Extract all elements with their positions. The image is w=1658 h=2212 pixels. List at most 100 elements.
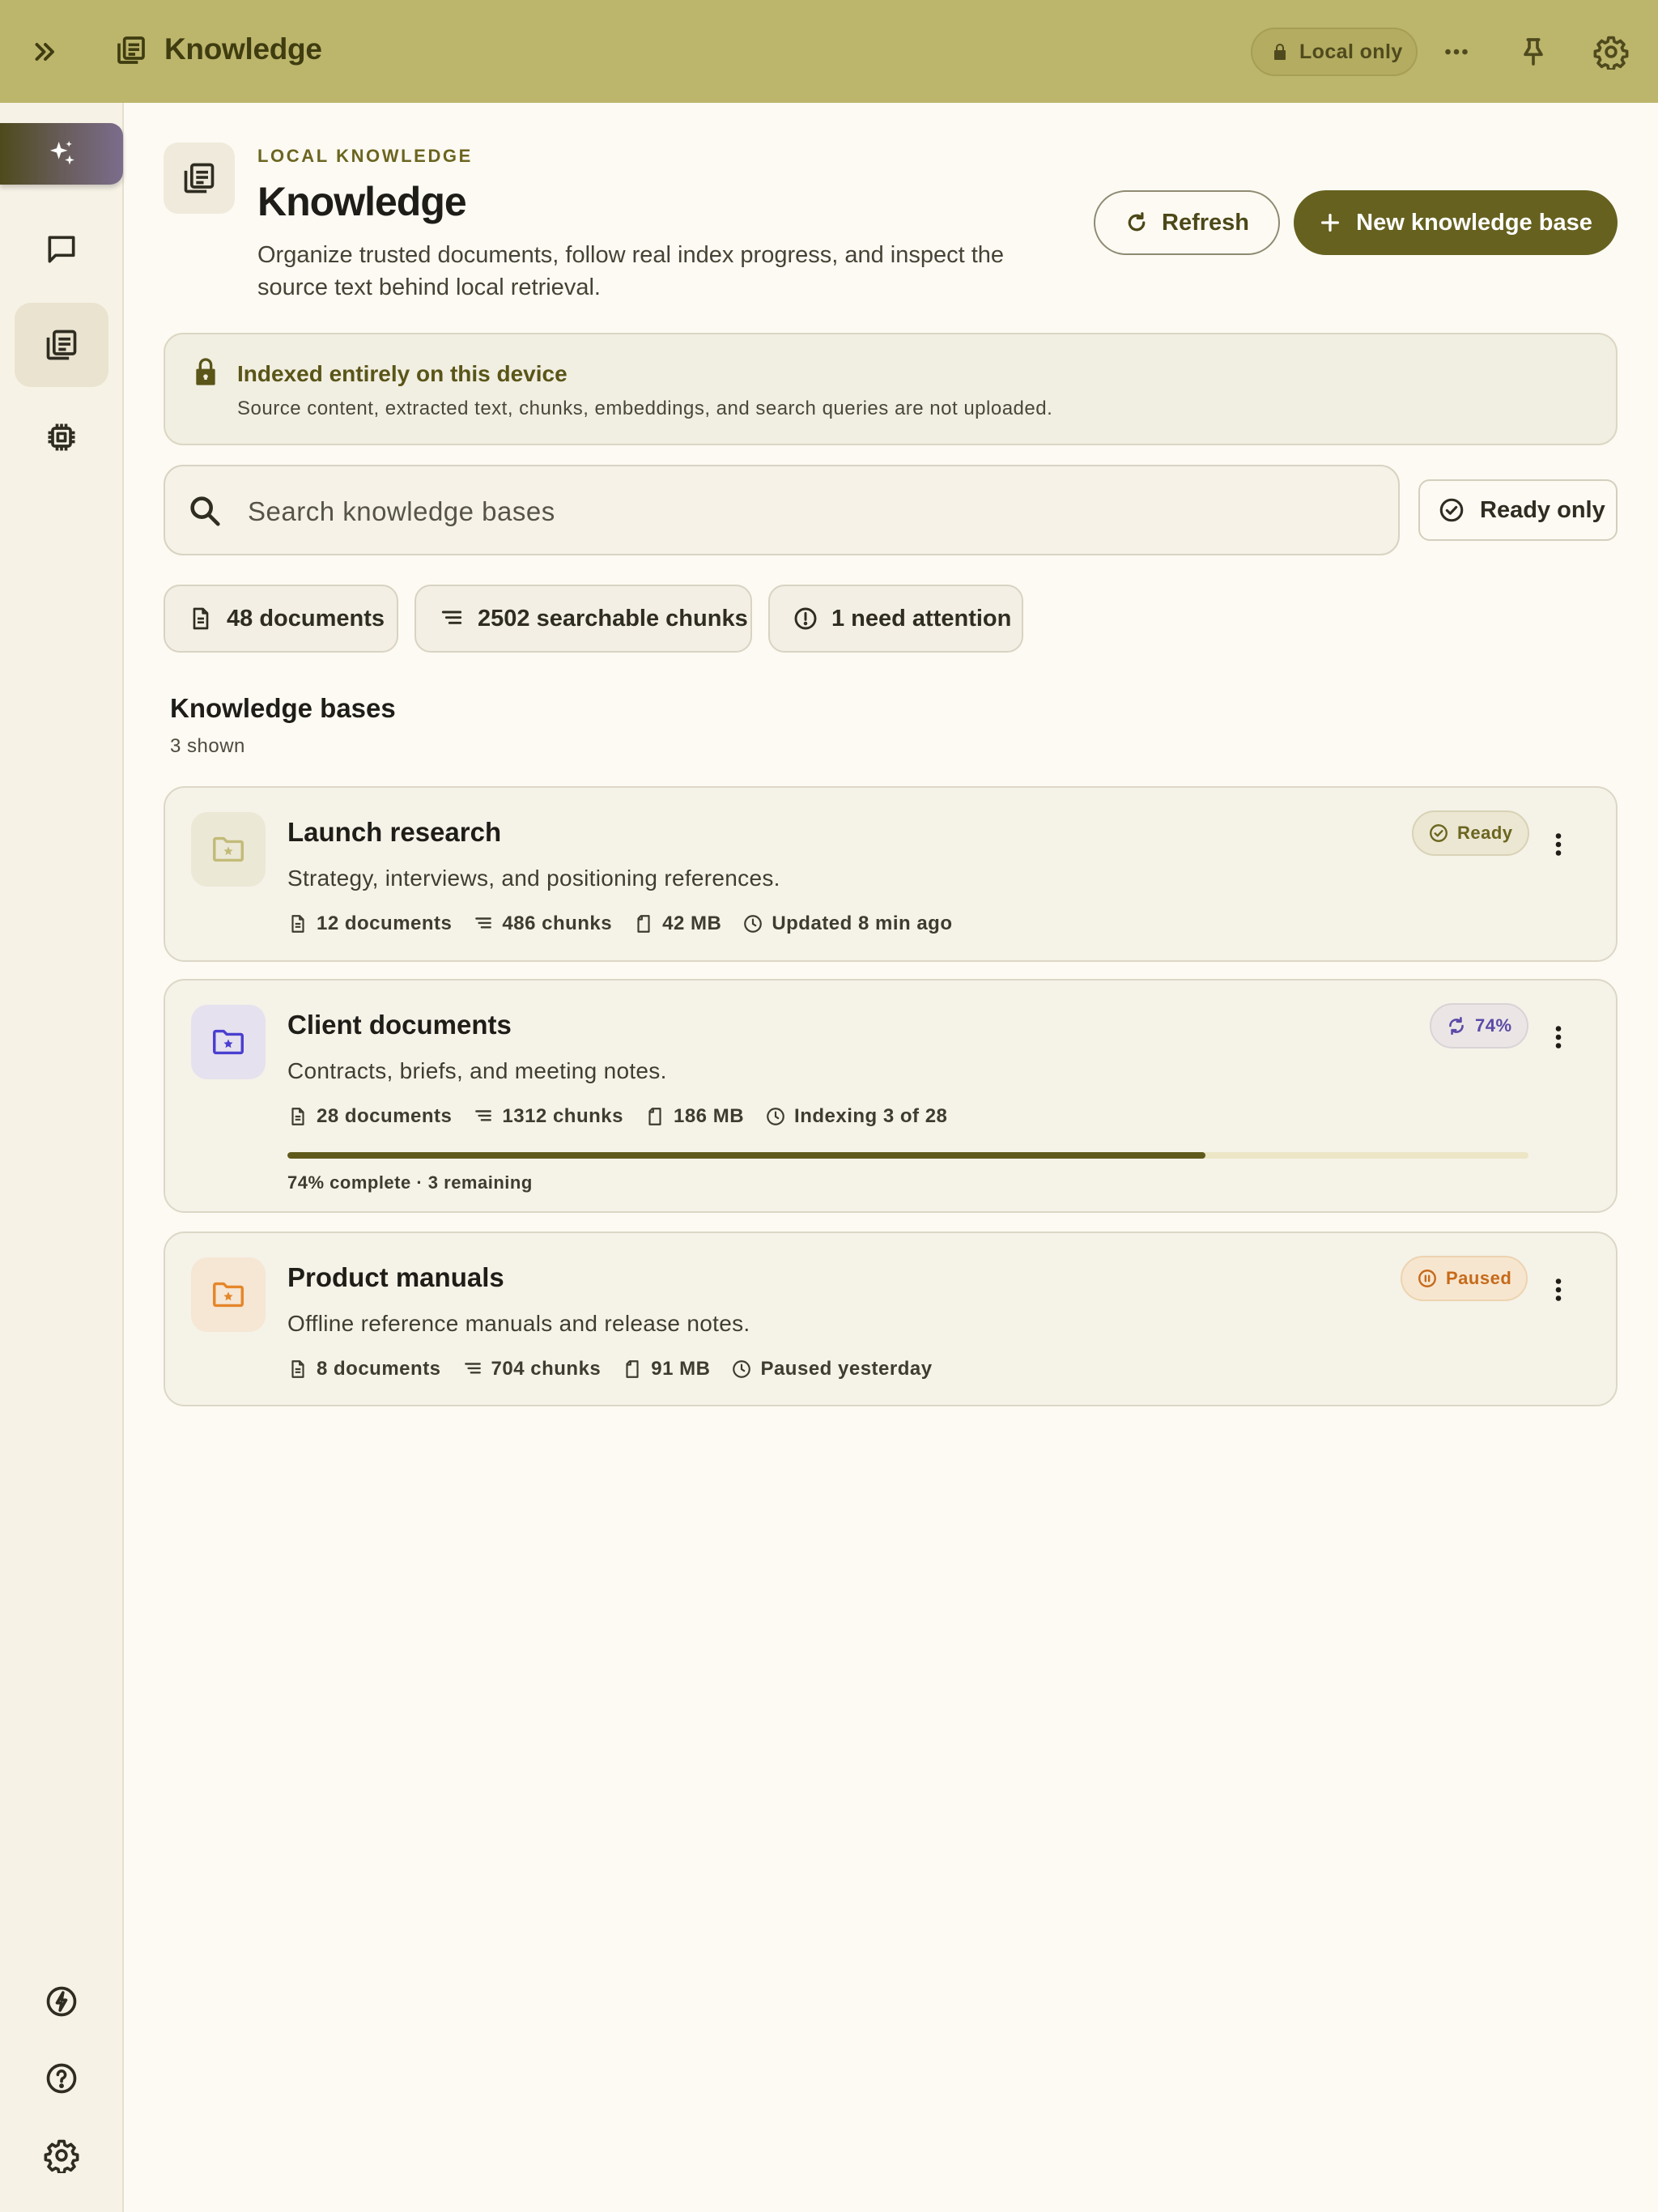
meta-documents: 28 documents [287,1105,452,1128]
rail-help-button[interactable] [15,2036,108,2121]
card-menu-button[interactable] [1538,820,1579,869]
refresh-label: Refresh [1162,209,1249,236]
meta-size: 91 MB [622,1358,710,1380]
meta-chunks-label: 704 chunks [491,1358,602,1380]
meta-documents: 8 documents [287,1358,441,1380]
stat-attention: 1 need attention [768,585,1023,653]
knowledge-base-card[interactable]: Client documents Contracts, briefs, and … [164,979,1618,1213]
settings-button[interactable] [1587,28,1635,76]
gear-icon [1593,36,1629,70]
refresh-button[interactable]: Refresh [1094,190,1280,255]
check-circle-icon [1439,498,1464,522]
section-title: Knowledge bases [170,693,396,723]
page-eyebrow: LOCAL KNOWLEDGE [257,146,473,166]
more-options-button[interactable] [1432,28,1481,76]
meta-chunks-label: 1312 chunks [502,1105,623,1127]
settings-icon [44,2139,79,2173]
check-circle-icon [1430,824,1448,842]
search-input[interactable] [248,491,1365,533]
ready-only-label: Ready only [1480,496,1605,523]
meta-size-label: 42 MB [662,912,722,934]
rail-activity-button[interactable] [15,1959,108,2044]
document-icon [291,1108,304,1125]
meta-updated: Indexing 3 of 28 [765,1105,947,1128]
stat-documents: 48 documents [164,585,398,653]
more-vertical-icon [1555,833,1562,856]
section-count: 3 shown [170,735,245,757]
meta-documents-label: 28 documents [317,1105,453,1127]
expand-sidebar-button[interactable] [23,26,68,78]
meta-updated-label: Indexing 3 of 28 [794,1105,948,1127]
local-index-notice: Indexed entirely on this device Source c… [164,333,1618,445]
chunks-icon [441,610,462,624]
pin-button[interactable] [1509,28,1558,76]
stat-attention-label: 1 need attention [831,605,1012,632]
meta-size: 42 MB [633,912,721,935]
meta-updated-label: Updated 8 min ago [772,912,953,934]
rail-knowledge-button[interactable] [15,303,108,387]
chunks-icon [464,1363,481,1374]
pause-circle-icon [1418,1270,1436,1287]
card-meta: 12 documents 486 chunks 42 MB Updated 8 … [287,912,974,935]
double-chevron-right-icon [35,43,54,61]
pin-icon [1524,38,1543,66]
lock-icon [1274,44,1286,60]
card-meta: 8 documents 704 chunks 91 MB Paused yest… [287,1358,954,1380]
chunks-icon [475,917,492,929]
card-title: Client documents [287,1010,512,1040]
stat-documents-label: 48 documents [227,605,385,632]
chip-icon [48,423,75,451]
meta-documents: 12 documents [287,912,452,935]
knowledge-base-card[interactable]: Launch research Strategy, interviews, an… [164,786,1618,962]
card-menu-button[interactable] [1538,1013,1579,1061]
rail-ai-assistant-button[interactable] [0,123,123,185]
meta-size-label: 91 MB [651,1358,711,1380]
card-menu-button[interactable] [1538,1266,1579,1314]
alert-circle-icon [794,607,817,630]
meta-size: 186 MB [644,1105,744,1128]
knowledge-base-card[interactable]: Product manuals Offline reference manual… [164,1231,1618,1406]
local-only-badge: Local only [1251,28,1418,76]
document-icon [193,607,209,630]
help-icon [46,2063,77,2094]
clock-icon [744,915,763,933]
rail-models-button[interactable] [15,395,108,479]
meta-size-label: 186 MB [673,1105,745,1127]
card-title: Launch research [287,817,502,847]
card-meta: 28 documents 1312 chunks 186 MB Indexing… [287,1105,968,1128]
meta-documents-label: 12 documents [317,912,453,934]
meta-updated: Updated 8 min ago [742,912,952,935]
meta-documents-label: 8 documents [317,1358,441,1380]
refresh-icon [1128,212,1146,232]
library-icon [184,163,215,194]
card-description: Strategy, interviews, and positioning re… [287,866,780,891]
index-progress-text: 74% complete · 3 remaining [287,1172,533,1193]
page-icon [164,143,235,214]
meta-updated: Paused yesterday [731,1358,932,1380]
sparkle-icon [49,141,74,165]
status-badge: Paused [1401,1256,1528,1301]
card-title: Product manuals [287,1262,504,1292]
notice-title: Indexed entirely on this device [237,361,568,386]
meta-chunks-label: 486 chunks [502,912,613,934]
status-badge-label: Ready [1457,823,1513,843]
plus-icon [1321,214,1340,232]
rail-chat-button[interactable] [15,207,108,291]
lock-icon [189,355,222,388]
clock-icon [767,1108,784,1125]
ready-only-filter[interactable]: Ready only [1418,479,1618,541]
document-icon [291,1360,304,1378]
card-description: Offline reference manuals and release no… [287,1311,750,1336]
index-progress-fill [287,1152,1206,1159]
top-app-bar: Knowledge Local only [0,0,1658,103]
sync-icon [1449,1016,1464,1036]
status-badge-label: Paused [1446,1268,1512,1288]
meta-chunks: 704 chunks [462,1358,602,1380]
storage-icon [637,915,650,933]
app-title: Knowledge [164,32,322,66]
stat-chunks-label: 2502 searchable chunks [478,605,748,632]
search-icon [186,492,223,530]
rail-settings-button[interactable] [15,2113,108,2197]
new-knowledge-base-button[interactable]: New knowledge base [1294,190,1618,255]
storage-icon [626,1360,639,1378]
